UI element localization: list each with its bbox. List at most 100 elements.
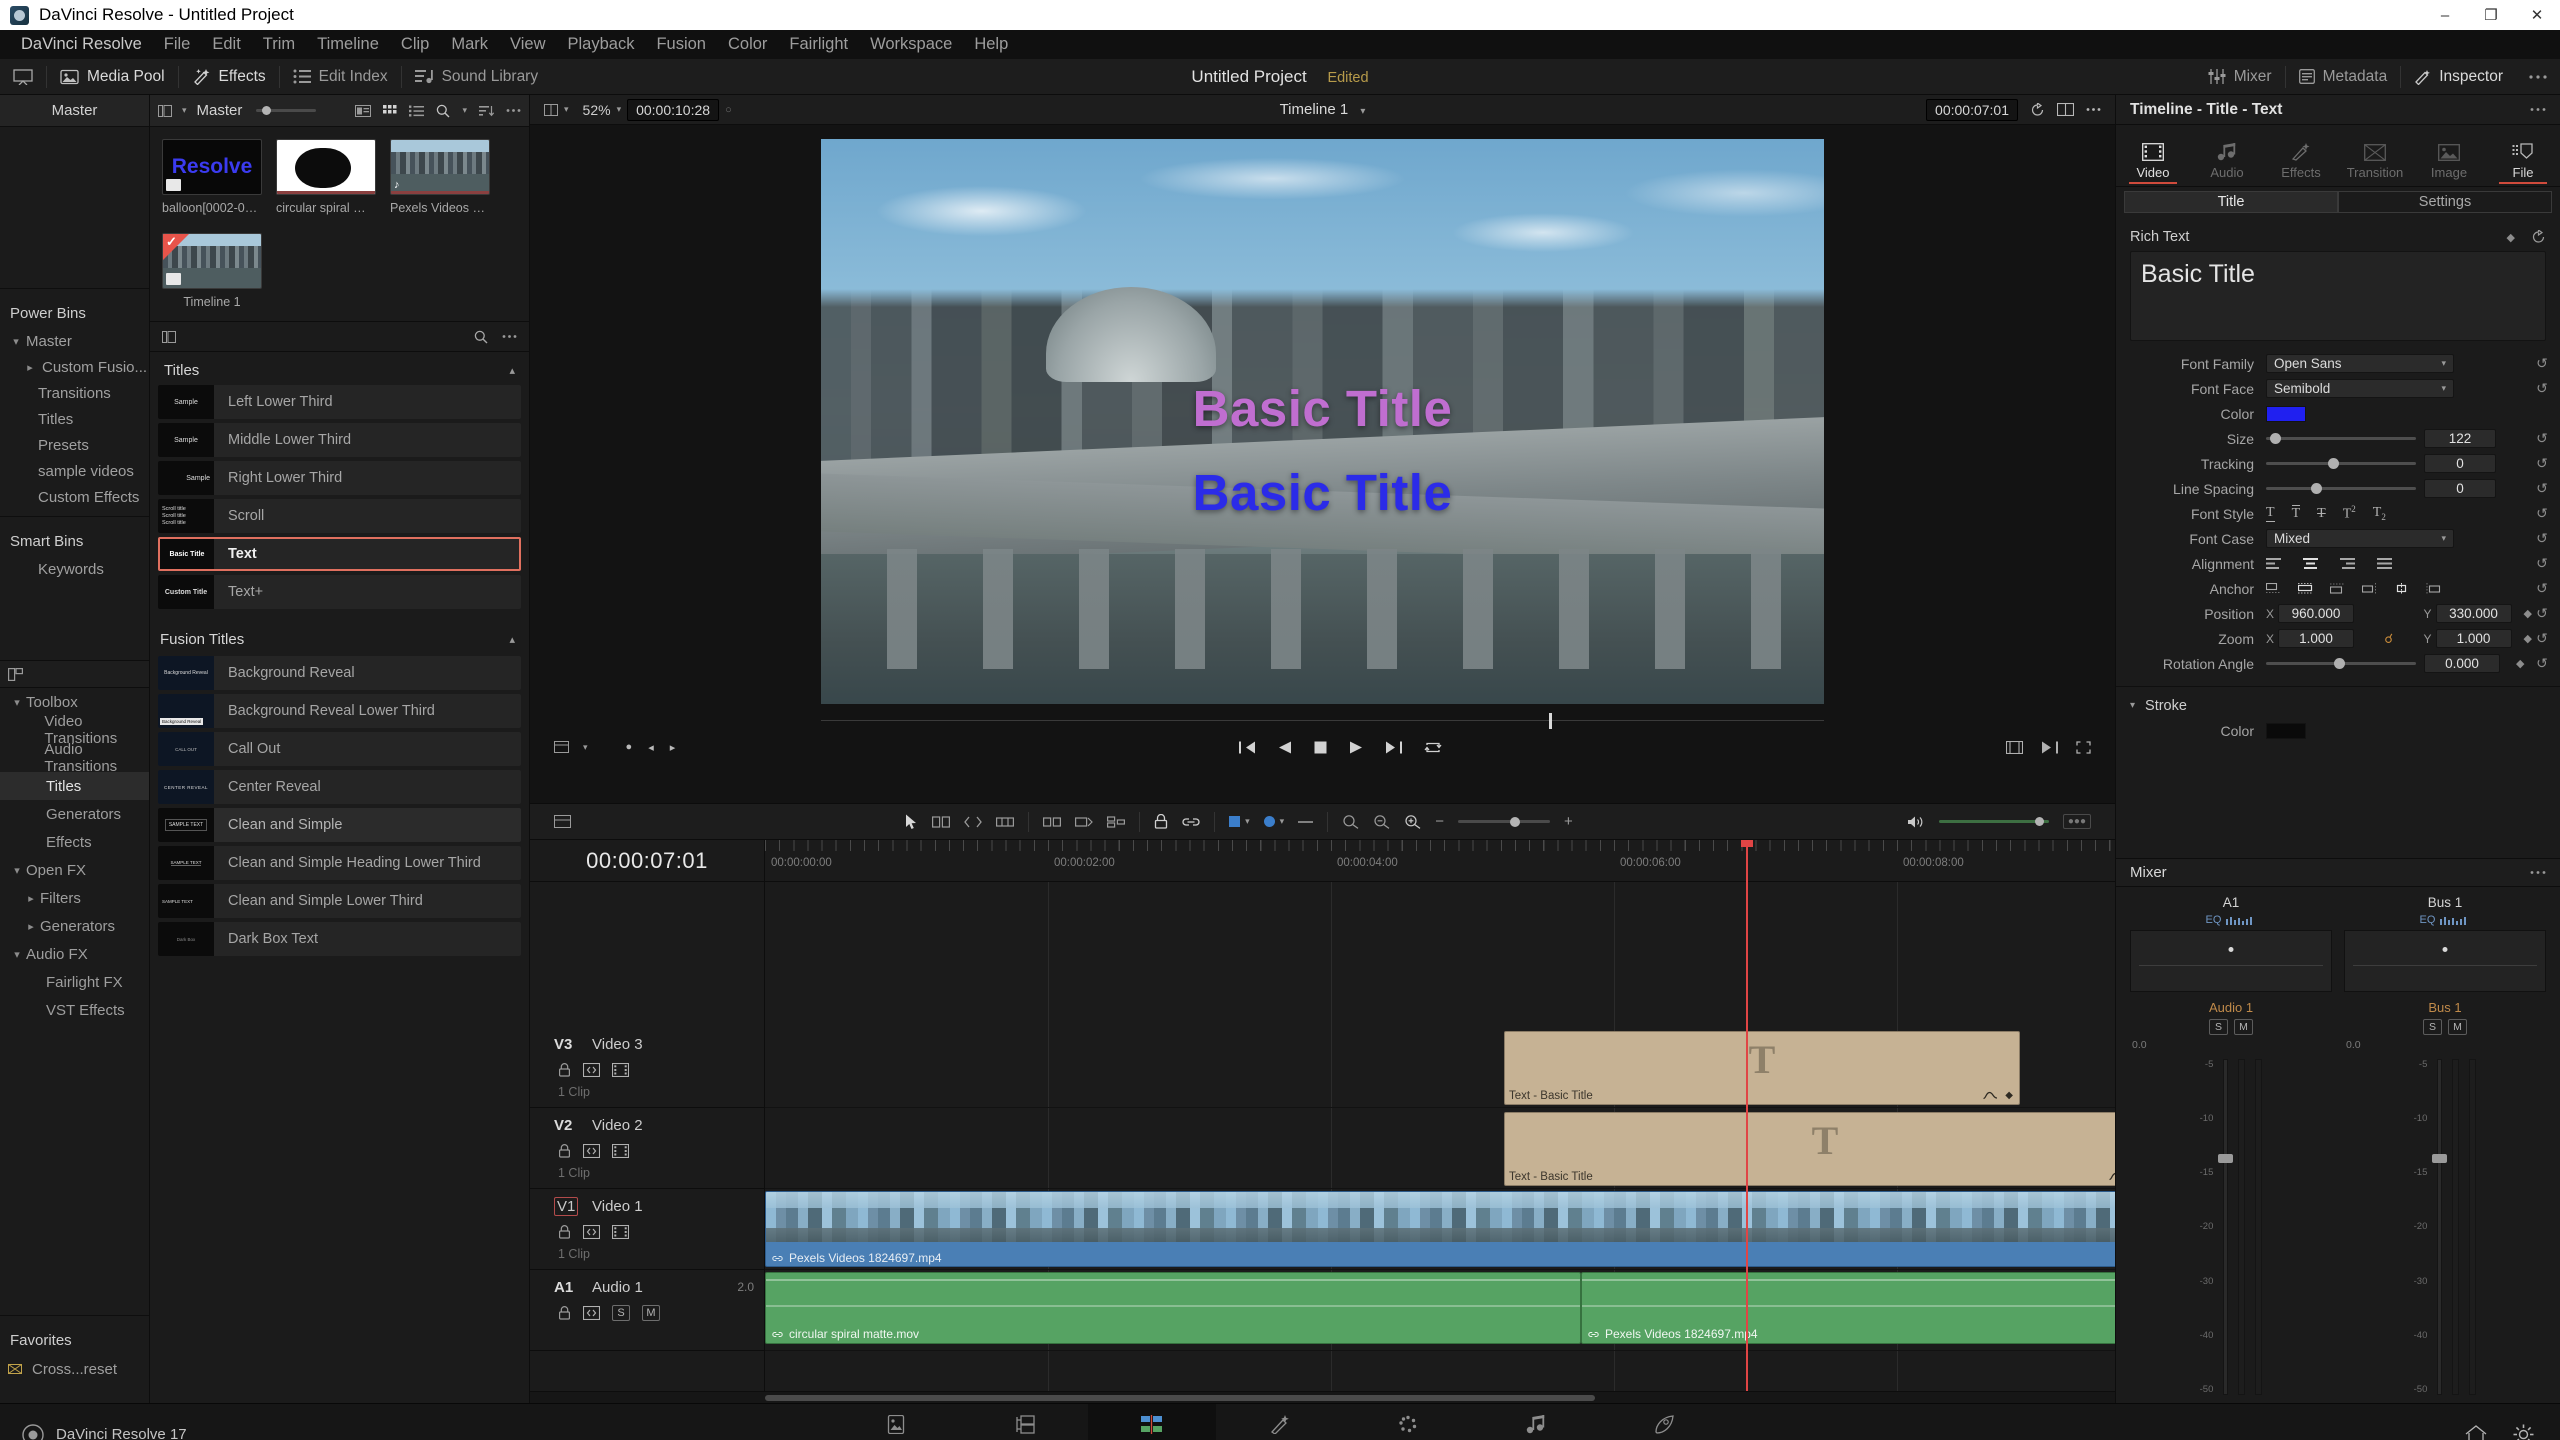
power-bin-sample-videos[interactable]: sample videos [0,458,149,484]
favorite-cross-dissolve[interactable]: Cross...reset [0,1355,149,1383]
stop-button[interactable] [1314,741,1327,754]
fx-video-transitions[interactable]: Video Transitions [0,713,149,747]
marker-in-icon[interactable]: ● [626,741,633,753]
fx-generators[interactable]: Generators [0,800,149,828]
flag-icon[interactable] [1075,815,1093,829]
fusion-title-item[interactable]: SAMPLE TEXT Clean and Simple Lower Third [158,884,521,918]
viewer-timeline-name-area[interactable]: Timeline 1 ▾ [530,101,2115,118]
zoom-in-icon[interactable]: + [1564,813,1573,830]
inspector-subtab-title[interactable]: Title [2124,191,2338,213]
fx-toolbox[interactable]: ▾ Toolbox [0,688,149,716]
timeline-ruler[interactable]: 00:00:00:00 00:00:02:00 00:00:04:00 00:0… [765,840,2115,882]
anchor-left-icon[interactable] [2362,583,2377,594]
effects-options-icon[interactable] [502,334,517,339]
reset-icon[interactable]: ↺ [2532,455,2552,472]
fx-vst-effects[interactable]: VST Effects [0,996,149,1024]
position-lock-icon[interactable] [1154,814,1168,829]
align-justify-icon[interactable] [2377,558,2392,569]
auto-select-icon[interactable] [583,1306,600,1320]
reset-icon[interactable]: ↺ [2532,480,2552,497]
fx-openfx-generators[interactable]: ▸ Generators [0,912,149,940]
zoom-y-value[interactable]: 1.000 [2435,629,2512,648]
zoom-detail-icon[interactable] [1404,814,1421,829]
fusion-title-item[interactable]: CALL OUT Call Out [158,732,521,766]
inspector-tab-image[interactable]: Image [2417,144,2481,184]
thumbnail-size-slider[interactable] [256,106,317,115]
mixer-pan-control[interactable] [2344,930,2546,992]
anchor-middle-icon[interactable] [2298,583,2313,594]
mixer-button[interactable]: Mixer [2195,59,2285,95]
menu-item-playback[interactable]: Playback [557,30,646,59]
link-xy-icon[interactable]: ☌ [2358,631,2420,647]
fx-effects[interactable]: Effects [0,828,149,856]
reset-icon[interactable]: ↺ [2532,555,2552,572]
menu-item-clip[interactable]: Clip [390,30,440,59]
mixer-solo-button[interactable]: S [2209,1019,2228,1035]
trim-edit-mode-icon[interactable] [932,815,951,829]
mixer-options-icon[interactable] [2530,870,2546,875]
font-family-select[interactable]: Open Sans ▾ [2266,354,2454,373]
inspector-subtab-settings[interactable]: Settings [2338,191,2552,213]
timeline-row-v2[interactable]: T Text - Basic Title ◆ [765,1108,2115,1189]
stroke-section-header[interactable]: ▾ Stroke [2116,693,2560,718]
fusion-title-item[interactable]: Background Reveal Background Reveal [158,656,521,690]
timeline-clip-title-v3[interactable]: T Text - Basic Title ◆ [1504,1031,2020,1105]
inspector-tab-transition[interactable]: Transition [2343,144,2407,184]
lock-icon[interactable] [558,1063,571,1077]
viewer-mode-icon[interactable] [554,741,569,753]
title-item[interactable]: Scroll title Scroll title Scroll title Scr… [158,499,521,533]
menu-item-davinci-resolve[interactable]: DaVinci Resolve [10,30,153,59]
fusion-title-item[interactable]: SAMPLE TEXT Clean and Simple [158,808,521,842]
fx-audiofx[interactable]: ▾ Audio FX [0,940,149,968]
power-bin-transitions[interactable]: Transitions [0,380,149,406]
video-enable-icon[interactable] [612,1144,629,1158]
menu-item-view[interactable]: View [499,30,556,59]
fx-openfx-filters[interactable]: ▸ Filters [0,884,149,912]
keyframe-nav-right-icon[interactable]: ▸ [670,741,676,754]
link-clips-icon[interactable] [1107,815,1126,829]
fusion-title-item[interactable]: Dark Box Dark Box Text [158,922,521,956]
video-enable-icon[interactable] [612,1063,629,1077]
mute-button[interactable]: M [642,1305,660,1321]
line-spacing-value[interactable]: 0 [2424,479,2496,498]
reset-icon[interactable]: ↺ [2532,655,2552,672]
media-pool-button[interactable]: Media Pool [47,59,178,95]
timeline-row-v3[interactable]: T Text - Basic Title ◆ [765,1027,2115,1108]
panel-layout-icon[interactable] [162,330,176,343]
subscript-icon[interactable]: T2 [2373,505,2386,522]
inspector-tab-video[interactable]: Video [2121,143,2185,184]
reset-icon[interactable]: ↺ [2532,505,2552,522]
power-bin-custom-fusion[interactable]: ▸ Custom Fusio... [0,354,149,380]
title-item[interactable]: Sample Right Lower Third [158,461,521,495]
metadata-button[interactable]: Metadata [2286,59,2401,95]
close-button[interactable]: ✕ [2514,0,2560,30]
title-item-text[interactable]: Basic Title Text [158,537,521,571]
menu-item-edit[interactable]: Edit [201,30,251,59]
menu-item-fusion[interactable]: Fusion [645,30,717,59]
rotation-value[interactable]: 0.000 [2424,654,2500,673]
line-spacing-slider[interactable] [2266,483,2416,494]
reset-icon[interactable]: ↺ [2532,605,2552,622]
reset-icon[interactable]: ↺ [2532,380,2552,397]
timeline-clip-video-v1[interactable]: Pexels Videos 1824697.mp4 [765,1191,2115,1267]
anchor-bottom-icon[interactable] [2330,583,2345,594]
title-item[interactable]: Sample Left Lower Third [158,385,521,419]
page-tab-fairlight[interactable]: Fairlight [1472,1404,1600,1440]
strikethrough-icon[interactable]: T [2317,506,2326,522]
play-button[interactable] [1349,741,1363,754]
toolbar-overflow-button[interactable] [2516,59,2560,95]
keyframe-icon[interactable]: ◆ [2524,632,2532,645]
marker-color-button[interactable]: ▾ [1263,816,1284,827]
maximize-button[interactable]: ❐ [2468,0,2514,30]
snapshot-icon[interactable] [2006,740,2023,754]
fx-audio-transitions[interactable]: Audio Transitions [0,741,149,775]
chevron-down-icon[interactable]: ▾ [182,105,187,116]
tracking-value[interactable]: 0 [2424,454,2496,473]
audio-speaker-icon[interactable] [1907,815,1925,829]
media-item[interactable]: ♪ circular spiral mat... [276,139,376,215]
loop-button[interactable] [1424,741,1442,754]
rich-text-input[interactable]: Basic Title [2130,251,2546,341]
chevron-up-icon[interactable]: ▴ [509,364,515,377]
reset-icon[interactable] [2531,230,2546,244]
razor-edit-icon[interactable] [996,815,1015,829]
